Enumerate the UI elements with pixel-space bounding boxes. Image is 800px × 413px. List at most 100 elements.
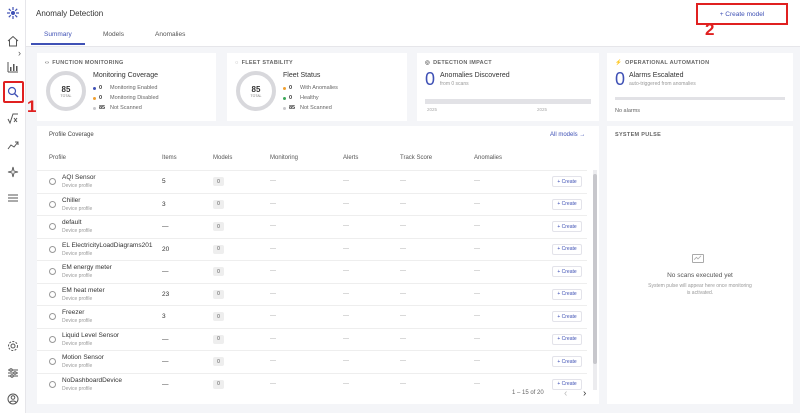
- card-title: FUNCTION MONITORING: [52, 60, 124, 66]
- col-header-profile[interactable]: Profile: [49, 155, 66, 161]
- track-score-value: —: [400, 200, 406, 207]
- function-monitoring-card: ‹› FUNCTION MONITORING 85 TOTAL Monitorin…: [37, 53, 216, 121]
- create-model-row-button[interactable]: + Create: [552, 266, 582, 277]
- all-models-link[interactable]: All models →: [550, 132, 585, 138]
- tab-anomalies[interactable]: Anomalies: [155, 31, 185, 38]
- chart-icon[interactable]: [6, 60, 20, 74]
- pagination-label: 1 – 15 of 20: [512, 390, 544, 396]
- create-model-row-button[interactable]: + Create: [552, 288, 582, 300]
- account-icon[interactable]: [6, 392, 20, 406]
- next-page-button[interactable]: ›: [583, 388, 586, 399]
- col-header-monitoring[interactable]: Monitoring: [270, 155, 298, 161]
- sliders-icon[interactable]: [6, 366, 20, 380]
- table-row[interactable]: NoDashboardDevice Device profile —0— — — — + C…: [37, 372, 587, 395]
- models-count-badge: 0: [213, 222, 224, 231]
- alerts-value: —: [343, 290, 349, 297]
- settings-icon[interactable]: [6, 339, 20, 353]
- anomalies-count: 0: [425, 69, 436, 89]
- col-header-models[interactable]: Models: [213, 155, 232, 161]
- profile-name[interactable]: NoDashboardDevice: [62, 377, 122, 384]
- items-count: 20: [162, 245, 170, 253]
- table-scrollbar[interactable]: [593, 170, 597, 390]
- alarms-bar: [615, 97, 785, 100]
- scrollbar-thumb[interactable]: [593, 174, 597, 364]
- alerts-value: —: [343, 245, 349, 252]
- profile-name[interactable]: default: [62, 219, 82, 226]
- table-row[interactable]: EM heat meter Device profile 23 0 — — — — + Crea…: [37, 282, 587, 305]
- col-header-alerts[interactable]: Alerts: [343, 155, 358, 161]
- legend-label: Not Scanned: [110, 105, 142, 111]
- donut-value: 85: [61, 84, 71, 94]
- items-count: 3: [162, 200, 166, 208]
- anomalies-value: —: [474, 380, 480, 387]
- anomalies-value: —: [474, 223, 480, 229]
- track-score-value: —: [400, 223, 406, 229]
- monitoring-value: —: [270, 358, 276, 364]
- profile-name[interactable]: EM energy meter: [62, 264, 112, 271]
- col-header-anomalies[interactable]: Anomalies: [474, 155, 502, 161]
- profile-name[interactable]: EM heat meter: [62, 287, 105, 294]
- profile-name[interactable]: Liquid Level Sensor: [62, 332, 119, 339]
- items-count: —: [162, 335, 169, 343]
- profile-name[interactable]: AQI Sensor: [62, 174, 96, 181]
- formula-icon[interactable]: [6, 112, 20, 126]
- create-model-row-button[interactable]: + Create: [552, 311, 582, 322]
- table-row[interactable]: Freezer Device profile 3 0 — — — — + Create: [37, 305, 587, 327]
- anomaly-search-icon[interactable]: [6, 85, 20, 99]
- shield-icon: ◌: [235, 60, 239, 66]
- profile-name[interactable]: Freezer: [62, 309, 84, 316]
- collapse-sidebar-icon[interactable]: ›: [18, 48, 21, 58]
- donut-label: TOTAL: [250, 93, 262, 98]
- profile-type: Device profile: [62, 273, 93, 279]
- legend-label: Not Scanned: [300, 105, 332, 111]
- legend-item: 0 Monitoring Disabled: [93, 95, 159, 101]
- pulse-title: SYSTEM PULSE: [615, 132, 662, 138]
- legend-item: 85 Not Scanned: [283, 105, 332, 111]
- trend-icon[interactable]: [6, 138, 20, 152]
- menu-icon[interactable]: [6, 191, 20, 205]
- col-header-items[interactable]: Items: [162, 155, 177, 161]
- profile-name[interactable]: Motion Sensor: [62, 354, 104, 361]
- table-row[interactable]: EL ElectricityLoadDiagrams201 Device prof…: [37, 237, 587, 260]
- profile-type: Device profile: [62, 385, 93, 392]
- models-count-badge: 0: [213, 267, 224, 276]
- active-tab-indicator: [31, 43, 85, 45]
- anomalies-value: —: [474, 178, 480, 184]
- home-icon[interactable]: [6, 34, 20, 48]
- app-header: Anomaly Detection Summary Models Anomali…: [26, 0, 800, 47]
- table-row[interactable]: default Device profile — 0 — — — — + Create: [37, 215, 587, 237]
- table-row[interactable]: Motion Sensor Device profile — 0 — — — — + Creat…: [37, 350, 587, 372]
- logo-icon[interactable]: [6, 6, 20, 20]
- legend-label: Monitoring Enabled: [110, 85, 158, 91]
- card-title: FLEET STABILITY: [241, 60, 294, 66]
- create-model-row-button[interactable]: + Create: [552, 333, 582, 345]
- table-row[interactable]: Liquid Level Sensor Device profile — 0 — — — — +…: [37, 327, 587, 350]
- tab-models[interactable]: Models: [103, 31, 124, 38]
- tab-summary[interactable]: Summary: [44, 31, 72, 38]
- card-header: ◌ FLEET STABILITY: [235, 60, 293, 66]
- create-model-row-button[interactable]: + Create: [552, 176, 582, 187]
- profile-name[interactable]: Chiller: [62, 197, 80, 204]
- card-title: OPERATIONAL AUTOMATION: [625, 60, 710, 66]
- sparkle-icon[interactable]: [6, 165, 20, 179]
- create-model-row-button[interactable]: + Create: [552, 243, 582, 255]
- profile-type: Device profile: [62, 363, 93, 369]
- alarms-note: auto-triggered from anomalies: [629, 81, 696, 87]
- profile-name[interactable]: EL ElectricityLoadDiagrams201: [62, 242, 152, 249]
- table-row[interactable]: AQI Sensor Device profile 5 0 — — — — + Create: [37, 170, 587, 192]
- col-header-track-score[interactable]: Track Score: [400, 155, 432, 161]
- create-model-row-button[interactable]: + Create: [552, 356, 582, 367]
- monitoring-value: —: [270, 178, 276, 184]
- pulse-empty-title: No scans executed yet: [667, 272, 733, 279]
- models-count-badge: 0: [213, 289, 224, 299]
- create-model-row-button[interactable]: + Create: [552, 198, 582, 210]
- profile-status-icon: [49, 358, 56, 365]
- anomalies-value: —: [474, 335, 480, 342]
- monitoring-value: —: [270, 290, 276, 297]
- prev-page-button[interactable]: ‹: [564, 388, 567, 399]
- table-row[interactable]: Chiller Device profile 3 0 — — — — + Create: [37, 192, 587, 215]
- table-row[interactable]: EM energy meter Device profile — 0 — — — — + Cre…: [37, 260, 587, 282]
- operational-automation-card: ⚡ OPERATIONAL AUTOMATION 0 Alarms Escalat…: [607, 53, 793, 121]
- profile-type: Device profile: [62, 318, 93, 324]
- create-model-row-button[interactable]: + Create: [552, 221, 582, 232]
